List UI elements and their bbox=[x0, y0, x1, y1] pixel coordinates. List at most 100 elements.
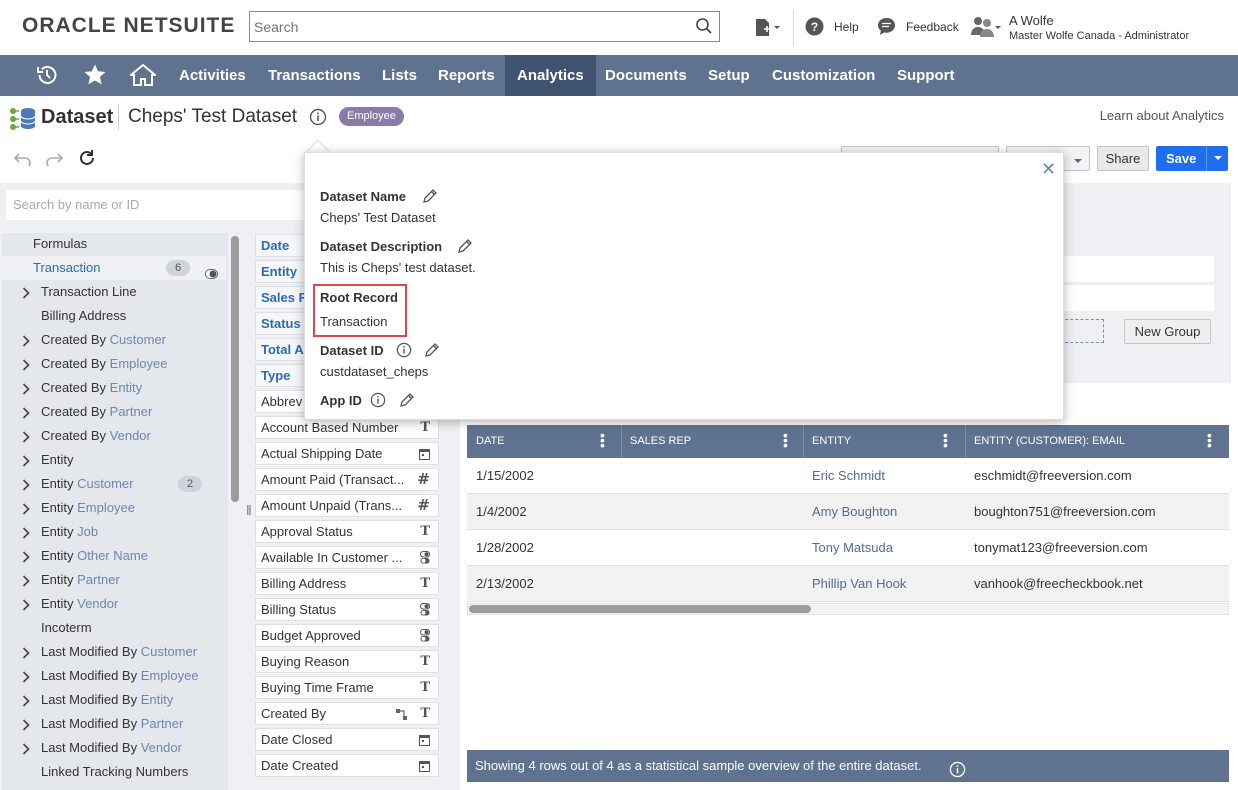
grid-scroll-thumb[interactable] bbox=[469, 605, 811, 613]
chevron-right-icon[interactable] bbox=[22, 568, 30, 592]
tree-item[interactable]: Last Modified By Entity bbox=[0, 688, 226, 712]
nav-lists[interactable]: Lists bbox=[370, 55, 429, 96]
nav-analytics[interactable]: Analytics bbox=[505, 55, 596, 96]
tree-item[interactable]: Billing Address bbox=[0, 304, 226, 328]
nav-reports[interactable]: Reports bbox=[426, 55, 507, 96]
favorites-star-icon[interactable] bbox=[83, 63, 107, 92]
chevron-right-icon[interactable] bbox=[22, 472, 30, 496]
tree-item[interactable]: Transaction Line bbox=[0, 280, 226, 304]
field-item[interactable]: Billing Status bbox=[255, 598, 439, 621]
tree-item[interactable]: Created By Vendor bbox=[0, 424, 226, 448]
nav-support[interactable]: Support bbox=[885, 55, 967, 96]
edit-name-pencil-icon[interactable] bbox=[422, 188, 438, 209]
tree-item[interactable]: Entity Other Name bbox=[0, 544, 226, 568]
chevron-right-icon[interactable] bbox=[22, 352, 30, 376]
chevron-right-icon[interactable] bbox=[22, 712, 30, 736]
column-header-date[interactable]: DATE bbox=[467, 425, 505, 458]
tree-item[interactable]: Entity Employee bbox=[0, 496, 226, 520]
dataset-id-info-icon[interactable] bbox=[396, 342, 412, 363]
tree-item[interactable]: Incoterm bbox=[0, 616, 226, 640]
column-menu-icon[interactable]: • • • bbox=[1207, 428, 1213, 452]
help-icon[interactable]: ? bbox=[805, 17, 824, 41]
tree-item[interactable]: Created By Employee bbox=[0, 352, 226, 376]
nav-documents[interactable]: Documents bbox=[593, 55, 699, 96]
tree-item[interactable]: Entity Vendor bbox=[0, 592, 226, 616]
table-row[interactable]: 1/28/2002 Tony Matsuda tonymat123@freevers… bbox=[467, 530, 1229, 566]
table-cell[interactable]: Eric Schmidt bbox=[812, 458, 885, 494]
table-cell[interactable]: Tony Matsuda bbox=[812, 530, 893, 566]
tree-item[interactable]: Entity Partner bbox=[0, 568, 226, 592]
chevron-right-icon[interactable] bbox=[22, 592, 30, 616]
field-item[interactable]: Date Created bbox=[255, 754, 439, 777]
chevron-right-icon[interactable] bbox=[22, 520, 30, 544]
column-menu-icon[interactable]: • • • bbox=[600, 428, 606, 452]
table-row[interactable]: 1/4/2002 Amy Boughton boughton751@freevers… bbox=[467, 494, 1229, 530]
tree-item[interactable]: Created By Partner bbox=[0, 400, 226, 424]
create-new-icon[interactable] bbox=[754, 17, 782, 44]
field-item[interactable]: Available In Customer ... bbox=[255, 546, 439, 569]
save-button[interactable]: Save bbox=[1156, 146, 1228, 171]
save-options-chevron-icon[interactable] bbox=[1206, 146, 1228, 171]
panel-splitter-handle[interactable]: ‖ bbox=[246, 502, 252, 518]
field-item[interactable]: Date Closed bbox=[255, 728, 439, 751]
feedback-icon[interactable] bbox=[877, 17, 896, 41]
tree-item[interactable]: Linked Tracking Numbers bbox=[0, 760, 226, 784]
refresh-icon[interactable] bbox=[78, 149, 96, 172]
share-button[interactable]: Share bbox=[1097, 146, 1149, 171]
table-row[interactable]: 1/15/2002 Eric Schmidt eschmidt@freeversio… bbox=[467, 458, 1229, 494]
footer-info-icon[interactable] bbox=[949, 758, 966, 790]
nav-transactions[interactable]: Transactions bbox=[256, 55, 373, 96]
tree-item[interactable]: Entity Job bbox=[0, 520, 226, 544]
global-search[interactable] bbox=[249, 11, 720, 42]
field-item[interactable]: Buying Time Frame T bbox=[255, 676, 439, 699]
edit-id-pencil-icon[interactable] bbox=[424, 342, 440, 363]
dataset-info-icon[interactable] bbox=[309, 108, 327, 131]
field-item[interactable]: Amount Paid (Transact... # bbox=[255, 468, 439, 491]
edit-app-id-pencil-icon[interactable] bbox=[399, 392, 415, 413]
oracle-netsuite-logo[interactable]: ORACLE NETSUITE bbox=[22, 14, 235, 38]
tree-item[interactable]: Created By Entity bbox=[0, 376, 226, 400]
user-name[interactable]: A Wolfe bbox=[1009, 13, 1054, 28]
tree-item[interactable]: Entity bbox=[0, 448, 226, 472]
table-cell[interactable]: Phillip Van Hook bbox=[812, 566, 906, 602]
close-icon[interactable]: ✕ bbox=[1041, 159, 1056, 180]
chevron-right-icon[interactable] bbox=[22, 400, 30, 424]
tree-item[interactable]: Created By Customer bbox=[0, 328, 226, 352]
tree-item[interactable]: Last Modified By Partner bbox=[0, 712, 226, 736]
column-menu-icon[interactable]: • • • bbox=[783, 428, 789, 452]
column-header-sales-rep[interactable]: SALES REP bbox=[621, 425, 691, 458]
undo-icon[interactable] bbox=[13, 150, 32, 171]
tree-scrollbar[interactable] bbox=[231, 236, 239, 502]
nav-customization[interactable]: Customization bbox=[760, 55, 887, 96]
field-item[interactable]: Approval Status T bbox=[255, 520, 439, 543]
search-icon[interactable] bbox=[695, 17, 713, 40]
field-item[interactable]: Budget Approved bbox=[255, 624, 439, 647]
chevron-right-icon[interactable] bbox=[22, 448, 30, 472]
user-roles-icon[interactable] bbox=[970, 15, 1002, 44]
global-search-input[interactable] bbox=[250, 12, 680, 41]
help-link[interactable]: Help bbox=[834, 20, 859, 34]
chevron-right-icon[interactable] bbox=[22, 736, 30, 760]
home-icon[interactable] bbox=[128, 63, 158, 92]
app-id-info-icon[interactable] bbox=[370, 392, 386, 413]
field-item[interactable]: Actual Shipping Date bbox=[255, 442, 439, 465]
chevron-right-icon[interactable] bbox=[22, 496, 30, 520]
column-header-entity[interactable]: ENTITY bbox=[803, 425, 851, 458]
edit-description-pencil-icon[interactable] bbox=[457, 238, 473, 259]
chevron-right-icon[interactable] bbox=[22, 688, 30, 712]
tree-item[interactable]: Transaction 6 bbox=[0, 256, 226, 280]
user-role[interactable]: Master Wolfe Canada - Administrator bbox=[1009, 30, 1189, 42]
criteria-field[interactable] bbox=[1062, 256, 1214, 282]
column-header-entity-email[interactable]: ENTITY (CUSTOMER): EMAIL bbox=[965, 425, 1125, 458]
criteria-drop-zone[interactable] bbox=[1060, 319, 1104, 343]
tree-item[interactable]: Last Modified By Vendor bbox=[0, 736, 226, 760]
chevron-right-icon[interactable] bbox=[22, 328, 30, 352]
new-group-button[interactable]: New Group bbox=[1124, 319, 1211, 344]
table-cell[interactable]: Amy Boughton bbox=[812, 494, 897, 530]
field-item[interactable]: Created By T bbox=[255, 702, 439, 725]
column-menu-icon[interactable]: • • • bbox=[943, 428, 949, 452]
recent-records-icon[interactable] bbox=[35, 63, 59, 92]
tree-item[interactable]: Last Modified By Employee bbox=[0, 664, 226, 688]
field-item[interactable]: Amount Unpaid (Trans... # bbox=[255, 494, 439, 517]
field-item[interactable]: Billing Address T bbox=[255, 572, 439, 595]
